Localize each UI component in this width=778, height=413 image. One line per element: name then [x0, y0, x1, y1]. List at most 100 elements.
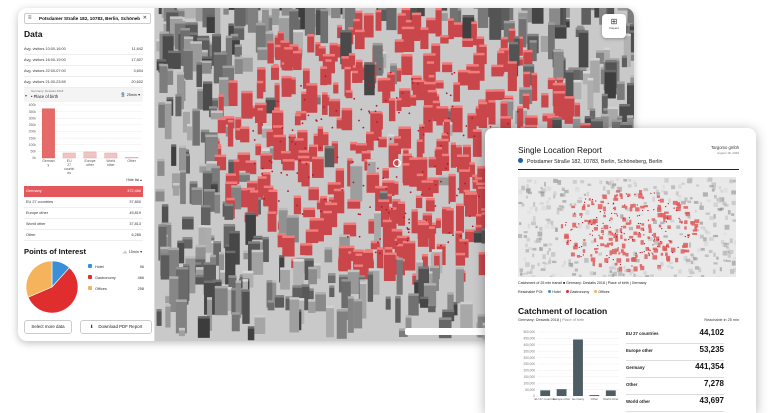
poi-dot	[411, 82, 414, 84]
inspect-button[interactable]: ⊞ Inspect	[602, 14, 626, 38]
building-roof	[255, 143, 262, 147]
map-cell	[584, 219, 588, 222]
map-cell	[573, 203, 577, 207]
map-cell	[709, 184, 714, 188]
chevron-down-icon[interactable]: ▾	[25, 93, 27, 98]
map-poi	[621, 232, 623, 234]
building-roof	[422, 212, 433, 216]
map-cell	[708, 249, 713, 254]
list-item[interactable]: EU 27 countries 37,800	[24, 197, 143, 208]
map-cell	[657, 212, 663, 218]
hide-list-toggle[interactable]: Hide list ▴	[126, 178, 142, 182]
map-cell	[544, 262, 549, 265]
poi-dot	[261, 167, 264, 170]
map-cell	[604, 244, 610, 248]
building	[186, 125, 192, 141]
building-roof	[217, 117, 226, 121]
map-poi	[576, 226, 578, 228]
map-poi	[571, 228, 573, 230]
building-roof	[257, 67, 266, 70]
list-item[interactable]: Other 6,285	[24, 230, 143, 241]
map-poi	[653, 192, 655, 194]
map-cell	[551, 252, 556, 257]
building-roof	[553, 49, 564, 52]
map-poi	[631, 239, 634, 241]
map-cell	[635, 254, 638, 258]
building-roof	[488, 100, 496, 103]
map-cell	[643, 188, 649, 192]
building-roof	[322, 92, 328, 95]
poi-dot	[281, 126, 284, 129]
building-roof	[411, 75, 422, 79]
chart-header[interactable]: ▾ Germany: Destatis 2018 • Place of birt…	[24, 88, 143, 102]
download-pdf-report-button[interactable]: ⬇ Download PDF Report	[80, 320, 152, 334]
building-roof	[378, 199, 390, 202]
building	[284, 49, 293, 71]
select-more-data-button[interactable]: Select more data	[24, 320, 72, 334]
building-roof	[438, 317, 452, 320]
poi-dot	[451, 73, 453, 75]
map-cell	[671, 185, 676, 190]
building-roof	[448, 173, 456, 177]
building-roof	[395, 295, 401, 299]
building-roof	[223, 8, 229, 9]
building-roof	[552, 117, 562, 120]
map-cell	[650, 274, 654, 277]
building	[345, 92, 353, 99]
map-poi	[673, 207, 675, 209]
map-cell	[694, 209, 697, 213]
map-cell	[622, 251, 626, 256]
building	[308, 188, 319, 201]
building-roof	[497, 50, 505, 54]
building-roof	[255, 22, 266, 26]
map-cell	[546, 250, 550, 255]
building-roof	[416, 139, 423, 142]
y-tick-label: 50,000	[525, 388, 535, 392]
building-roof	[600, 113, 609, 117]
building	[223, 8, 229, 15]
poi-dot	[451, 105, 454, 108]
building-roof	[421, 253, 428, 257]
poi-dot	[407, 228, 409, 231]
address-search-field[interactable]: ≡ Potsdamer Straße 182, 10783, Berlin, S…	[24, 13, 151, 24]
map-cell	[538, 237, 543, 241]
building-roof	[503, 20, 515, 24]
building-roof	[281, 75, 292, 79]
poi-legend-offices: Offices 258	[88, 285, 144, 293]
map-poi	[665, 205, 667, 208]
map-poi	[687, 235, 689, 237]
building-roof	[402, 153, 412, 157]
list-item[interactable]: World other 37,813	[24, 219, 143, 230]
close-icon[interactable]: ✕	[143, 14, 147, 23]
poi-dot	[324, 75, 327, 78]
map-poi	[570, 229, 572, 231]
map-poi	[634, 193, 636, 196]
poi-dot	[477, 195, 480, 198]
time-select[interactable]: 🚆 25min ▾	[121, 92, 140, 97]
map-cell	[628, 179, 632, 182]
building-roof	[233, 159, 240, 162]
map-poi	[580, 245, 583, 248]
list-item[interactable]: Germany 372,466	[24, 186, 143, 197]
poi-dot	[320, 118, 323, 121]
building	[164, 103, 172, 140]
building-roof	[455, 230, 463, 234]
building-roof	[289, 8, 299, 12]
building-roof	[331, 140, 338, 144]
map-poi	[578, 246, 580, 249]
poi-time-select[interactable]: 🚲 15min ▾	[123, 249, 142, 254]
map-cell	[723, 187, 728, 193]
list-item[interactable]: Europe other 45,819	[24, 208, 143, 219]
map-cell	[527, 211, 532, 214]
building-roof	[578, 30, 589, 33]
map-poi	[596, 216, 598, 219]
menu-icon[interactable]: ≡	[28, 14, 32, 23]
map-cell	[590, 254, 593, 257]
map-cell	[573, 214, 577, 218]
map-cell	[574, 242, 578, 247]
building-roof	[353, 298, 363, 302]
map-cell	[623, 179, 628, 182]
building-roof	[415, 195, 423, 199]
map-cell	[679, 233, 684, 236]
building-roof	[385, 296, 391, 299]
